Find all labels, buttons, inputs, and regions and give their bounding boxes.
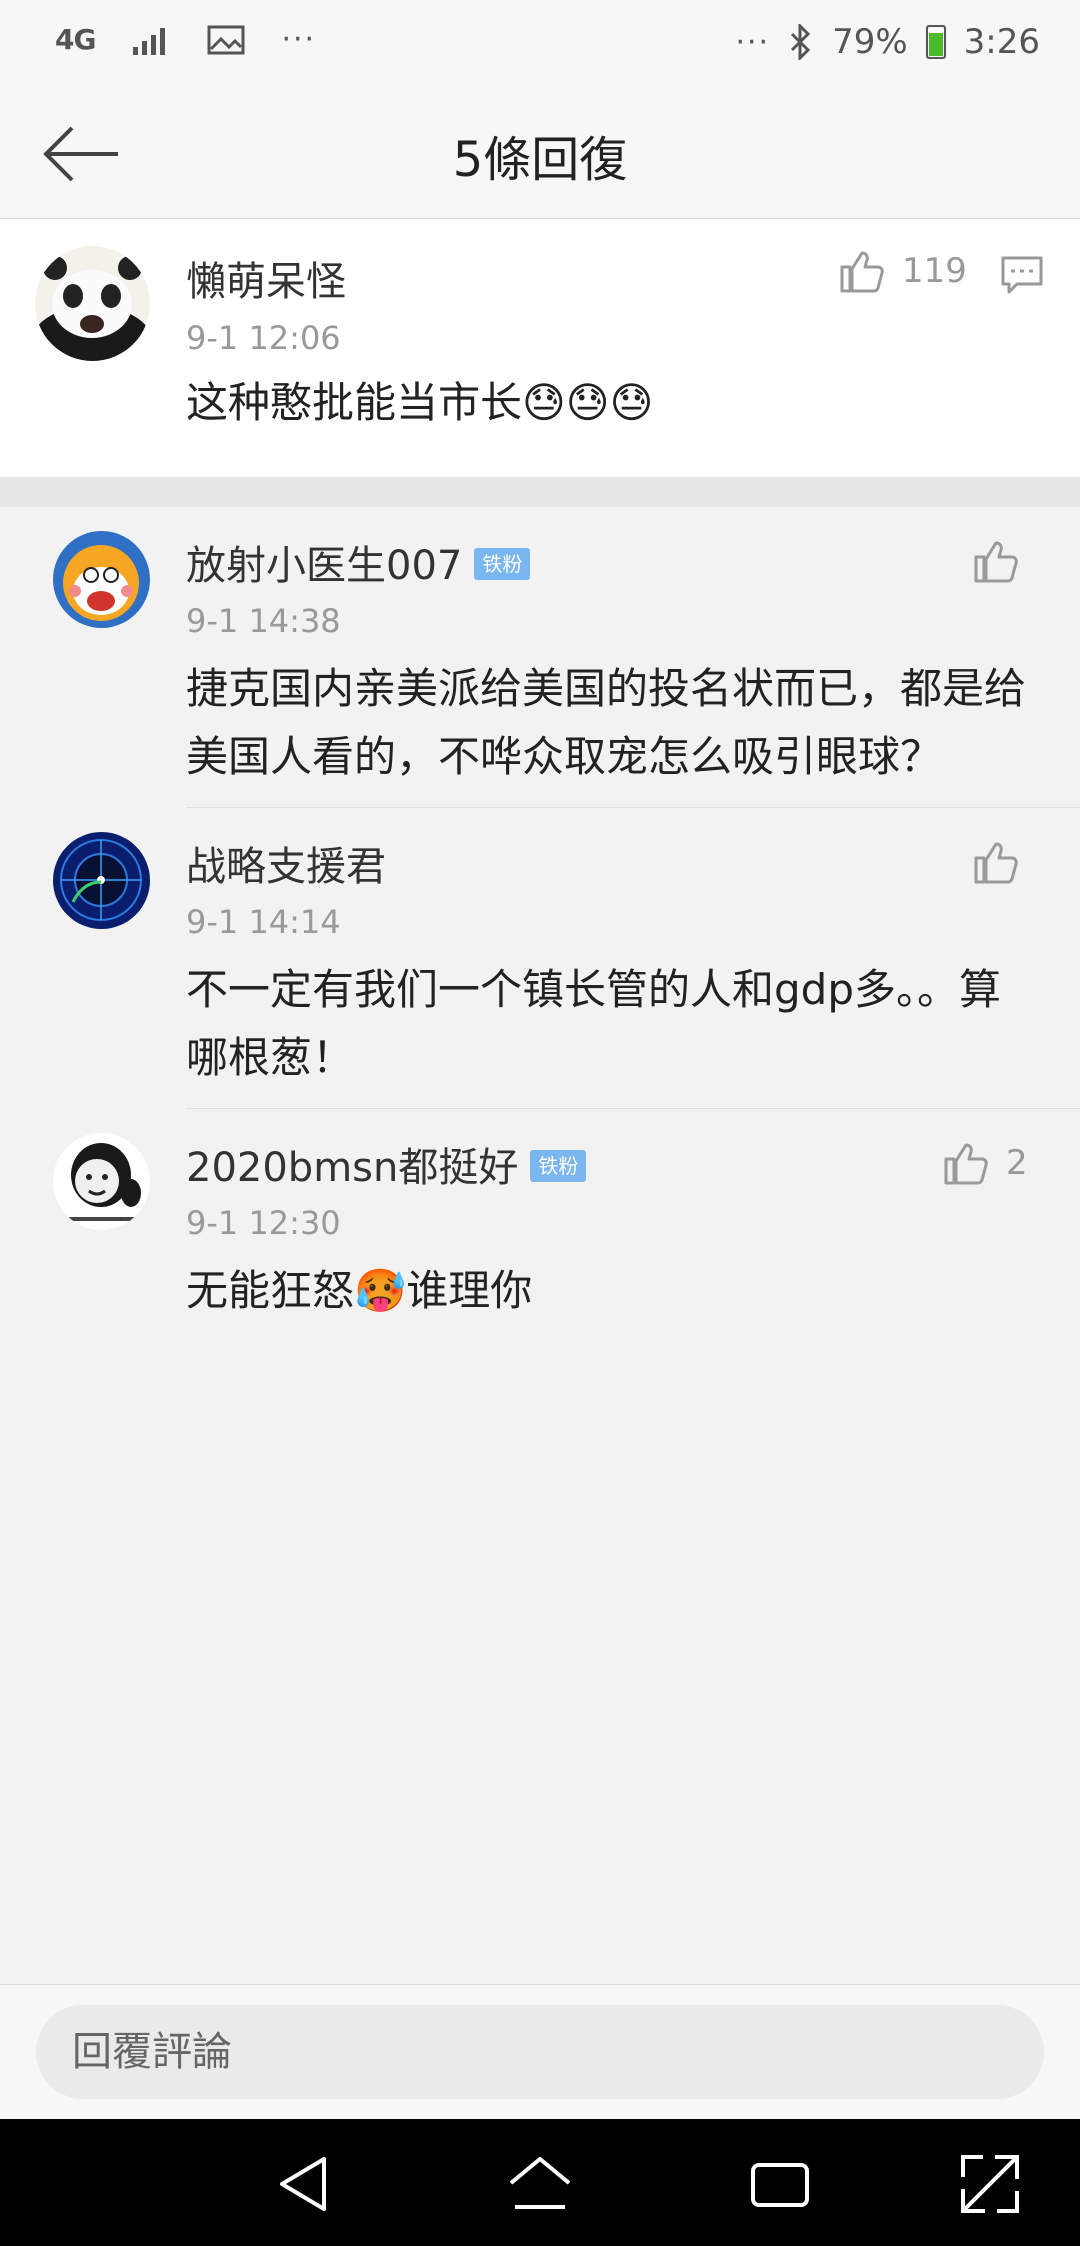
reply-text: 捷克国内亲美派给美国的投名状而已，都是给美国人看的，不哗众取宠怎么吸引眼球？ <box>186 664 1027 781</box>
username-text: 2020bmsn都挺好 <box>186 1145 519 1191</box>
battery-icon <box>925 25 946 59</box>
reply-username[interactable]: 放射小医生007 铁粉 <box>186 533 531 591</box>
thumbs-up-icon <box>944 1143 988 1185</box>
nav-recent-button[interactable] <box>745 2149 815 2219</box>
reply-username[interactable]: 战略支援君 <box>186 834 386 892</box>
bluetooth-icon <box>791 24 811 60</box>
reply-bar <box>0 1984 1080 2120</box>
more-dots-right: ··· <box>735 24 771 60</box>
avatar[interactable] <box>53 531 150 628</box>
fan-badge: 铁粉 <box>530 1150 587 1182</box>
reply-text: 不一定有我们一个镇长管的人和gdp多。。算哪根葱！ <box>186 965 1001 1082</box>
signal-icon <box>133 27 166 55</box>
reply-input[interactable] <box>36 2005 1044 2099</box>
thumbs-up-icon <box>974 842 1018 884</box>
network-type: 4G <box>55 23 96 56</box>
avatar[interactable] <box>53 1133 150 1230</box>
nav-back-button[interactable] <box>270 2149 340 2219</box>
header: 5條回復 <box>0 90 1080 219</box>
like-button[interactable]: 119 <box>838 247 967 295</box>
like-button[interactable]: 2 <box>942 1139 1028 1187</box>
image-icon <box>207 25 245 54</box>
username-text: 放射小医生007 <box>186 543 463 589</box>
section-divider <box>0 477 1080 507</box>
like-button[interactable] <box>972 838 1020 886</box>
comment-username[interactable]: 懶萌呆怪 <box>186 249 346 307</box>
system-nav-bar <box>0 2119 1080 2246</box>
comment-icon <box>1001 256 1043 294</box>
reply-item: 2020bmsn都挺好 铁粉 9-1 12:30 无能狂怒🥵谁理你 2 <box>0 1109 1080 1329</box>
comment-time: 9-1 12:06 <box>186 319 341 357</box>
reply-item: 战略支援君 9-1 14:14 不一定有我们一个镇长管的人和gdp多。。算哪根葱… <box>0 808 1080 1108</box>
reply-username[interactable]: 2020bmsn都挺好 铁粉 <box>186 1135 587 1193</box>
panda-avatar-icon <box>35 246 150 361</box>
like-button[interactable] <box>972 537 1020 585</box>
page-title: 5條回復 <box>452 132 628 188</box>
reply-time: 9-1 12:30 <box>186 1204 341 1242</box>
like-count: 119 <box>902 251 967 291</box>
avatar[interactable] <box>53 832 150 929</box>
nav-expand-button[interactable] <box>955 2149 1025 2219</box>
thumbs-up-icon <box>974 541 1018 583</box>
battery-percent: 79% <box>832 22 908 62</box>
reply-item: 放射小医生007 铁粉 9-1 14:38 捷克国内亲美派给美国的投名状而已，都是… <box>0 507 1080 807</box>
meme-avatar-icon <box>53 1133 150 1230</box>
clock: 3:26 <box>963 22 1040 62</box>
avatar[interactable] <box>35 246 150 361</box>
main-comment: 懶萌呆怪 9-1 12:06 这种憨批能当市长😓😓😓 119 <box>0 219 1080 477</box>
reply-text: 无能狂怒🥵谁理你 <box>186 1266 533 1315</box>
home-icon <box>509 2157 571 2209</box>
status-bar: 4G ··· ··· 79% 3:26 <box>0 0 1080 90</box>
more-dots: ··· <box>281 22 317 57</box>
fan-badge: 铁粉 <box>474 548 531 580</box>
triangle-back-icon <box>280 2157 326 2211</box>
radar-avatar-icon <box>53 832 150 929</box>
reply-time: 9-1 14:14 <box>186 903 341 941</box>
expand-icon <box>961 2155 1019 2213</box>
reply-time: 9-1 14:38 <box>186 602 341 640</box>
like-count: 2 <box>1006 1143 1028 1183</box>
username-text: 战略支援君 <box>186 844 386 890</box>
thumbs-up-icon <box>840 251 884 293</box>
comment-text: 这种憨批能当市长😓😓😓 <box>186 378 654 427</box>
comment-button[interactable] <box>1000 255 1044 299</box>
recent-apps-icon <box>751 2163 809 2207</box>
nav-home-button[interactable] <box>505 2149 575 2219</box>
cartoon-avatar-icon <box>53 531 150 628</box>
